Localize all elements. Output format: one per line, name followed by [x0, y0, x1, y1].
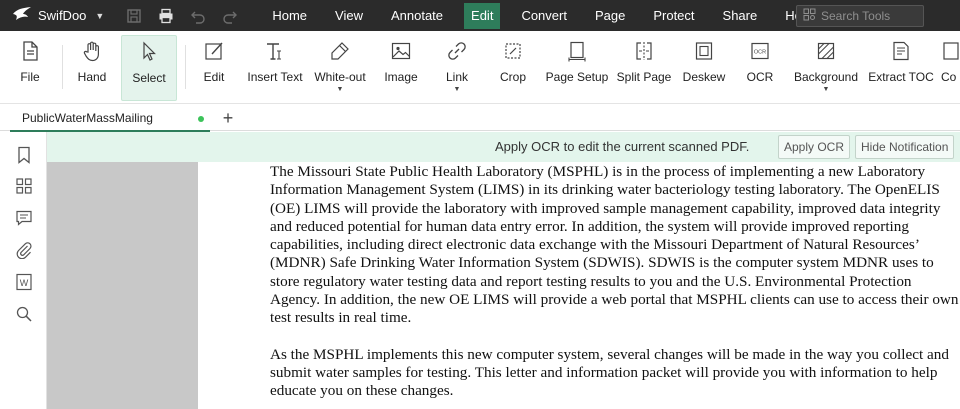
white-out-icon	[329, 40, 351, 65]
compare-button[interactable]: Co	[941, 35, 960, 101]
svg-text:W: W	[20, 278, 29, 288]
background-button[interactable]: Background ▼	[792, 35, 860, 101]
ocr-icon: OCR	[749, 40, 771, 65]
file-icon	[19, 40, 41, 65]
toolbar-divider	[185, 45, 186, 89]
menu-edit[interactable]: Edit	[464, 2, 501, 29]
search-tools-input[interactable]: Search Tools	[796, 5, 924, 27]
edit-icon	[203, 40, 225, 65]
page-setup-icon	[566, 40, 588, 65]
save-icon[interactable]	[118, 0, 150, 31]
link-icon	[446, 40, 468, 65]
tab-document[interactable]: PublicWaterMassMailing	[10, 106, 210, 132]
compare-icon	[941, 40, 960, 65]
menu-view[interactable]: View	[321, 0, 377, 31]
menu-protect[interactable]: Protect	[639, 0, 708, 31]
search-placeholder: Search Tools	[821, 9, 891, 23]
bookmark-icon[interactable]	[14, 145, 34, 165]
white-out-button[interactable]: White-out ▼	[310, 35, 370, 101]
background-icon	[815, 40, 837, 65]
paragraph: The Missouri State Public Health Laborat…	[270, 163, 959, 327]
page-gutter	[47, 132, 198, 409]
ocr-notification-bar: Apply OCR to edit the current scanned PD…	[47, 132, 960, 162]
pdf-text: The Missouri State Public Health Laborat…	[270, 163, 960, 409]
dropdown-arrow-icon: ▼	[453, 86, 461, 93]
search-icon[interactable]	[14, 304, 34, 324]
thumbnails-icon[interactable]	[14, 176, 34, 196]
tab-title: PublicWaterMassMailing	[22, 111, 153, 125]
deskew-button[interactable]: Deskew	[682, 35, 726, 101]
word-icon[interactable]: W	[14, 272, 34, 292]
paragraph: As the MSPHL implements this new compute…	[270, 345, 949, 400]
tool-label: OCR	[746, 70, 774, 84]
hand-icon	[81, 40, 103, 65]
comment-icon[interactable]	[14, 208, 34, 228]
select-tool-button[interactable]: Select	[121, 35, 177, 101]
left-sidebar: W	[0, 132, 47, 409]
crop-icon	[502, 40, 524, 65]
split-page-button[interactable]: Split Page	[616, 35, 672, 101]
svg-text:OCR: OCR	[754, 50, 766, 56]
insert-text-icon	[264, 40, 286, 65]
notification-message: Apply OCR to edit the current scanned PD…	[495, 139, 750, 154]
deskew-icon	[693, 40, 715, 65]
redo-icon[interactable]	[214, 0, 246, 31]
undo-icon[interactable]	[182, 0, 214, 31]
tool-label: Crop	[499, 70, 526, 84]
document-tabs: PublicWaterMassMailing +	[0, 104, 960, 132]
print-icon[interactable]	[150, 0, 182, 31]
app-menu[interactable]: SwifDoo ▼	[12, 6, 104, 25]
crop-button[interactable]: Crop	[496, 35, 530, 101]
file-button[interactable]: File	[14, 35, 46, 101]
edit-toolbar: File Hand Select Edit Insert Text White-…	[0, 31, 960, 104]
select-cursor-icon	[138, 41, 160, 66]
ocr-button[interactable]: OCR OCR	[745, 35, 775, 101]
menu-share[interactable]: Share	[709, 0, 772, 31]
image-button[interactable]: Image	[381, 35, 421, 101]
tool-label: File	[20, 70, 40, 84]
insert-text-button[interactable]: Insert Text	[244, 35, 306, 101]
edit-button[interactable]: Edit	[196, 35, 232, 101]
tool-label: Co	[941, 70, 957, 84]
swifdoo-logo-icon	[12, 6, 32, 25]
menu-convert[interactable]: Convert	[507, 0, 581, 31]
tool-label: Page Setup	[545, 70, 609, 84]
document-view[interactable]: Apply OCR to edit the current scanned PD…	[47, 132, 960, 409]
unsaved-dot-icon	[198, 116, 204, 122]
tool-label: Link	[445, 70, 468, 84]
tool-label: Select	[132, 71, 166, 85]
image-icon	[390, 40, 412, 65]
chevron-down-icon: ▼	[95, 10, 105, 21]
tool-label: Insert Text	[247, 70, 303, 84]
tool-label: Hand	[77, 70, 107, 84]
app-name: SwifDoo	[38, 8, 87, 23]
toolbar-divider	[62, 45, 63, 89]
menu-home[interactable]: Home	[258, 0, 321, 31]
link-button[interactable]: Link ▼	[440, 35, 474, 101]
tool-label: Extract TOC	[868, 70, 934, 84]
page-setup-button[interactable]: Page Setup	[545, 35, 609, 101]
dropdown-arrow-icon: ▼	[822, 86, 830, 93]
extract-toc-icon	[890, 40, 912, 65]
tool-label: Background	[793, 70, 859, 84]
tool-label: Deskew	[682, 70, 726, 84]
tool-label: Image	[384, 70, 418, 84]
split-page-icon	[633, 40, 655, 65]
extract-toc-button[interactable]: Extract TOC	[868, 35, 934, 101]
tool-label: Split Page	[616, 70, 672, 84]
attachment-icon[interactable]	[14, 240, 34, 260]
menu-page[interactable]: Page	[581, 0, 639, 31]
tool-label: Edit	[203, 70, 225, 84]
title-bar: SwifDoo ▼ Home View Annotate Edit Conver…	[0, 0, 960, 31]
menu-annotate[interactable]: Annotate	[377, 0, 457, 31]
add-tab-button[interactable]: +	[218, 107, 238, 129]
apply-ocr-button[interactable]: Apply OCR	[778, 135, 851, 159]
tool-label: White-out	[314, 70, 366, 84]
dropdown-arrow-icon: ▼	[336, 86, 344, 93]
hide-notification-button[interactable]: Hide Notification	[855, 135, 955, 159]
hand-tool-button[interactable]: Hand	[72, 35, 112, 101]
search-tools-icon	[803, 8, 816, 24]
